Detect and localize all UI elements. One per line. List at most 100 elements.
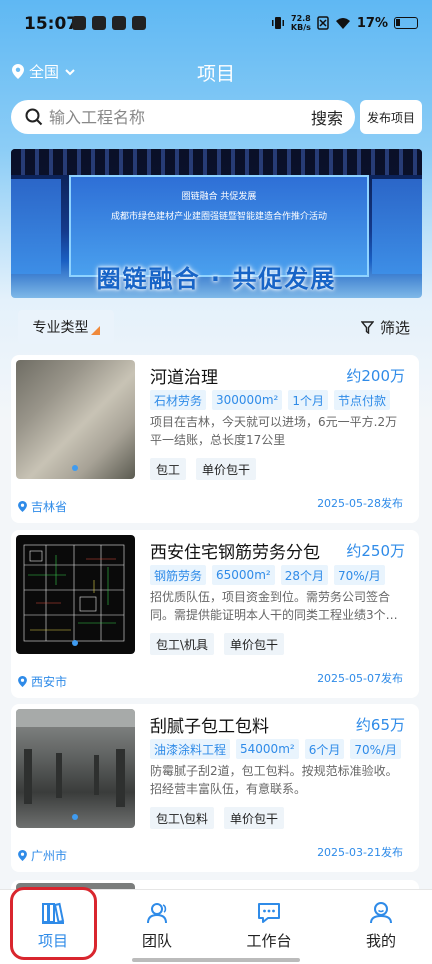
project-chips: 包工\包料 单价包干 bbox=[150, 807, 285, 829]
project-location: 吉林省 bbox=[18, 498, 67, 515]
project-title: 刮腻子包工包料 bbox=[150, 717, 269, 737]
project-price: 约250万 bbox=[346, 542, 405, 560]
search-button[interactable]: 搜索 bbox=[311, 105, 355, 129]
tab-workbench-label: 工作台 bbox=[246, 932, 292, 950]
page-title: 项目 bbox=[196, 63, 235, 85]
project-tags: 石材劳务 300000m² 1个月 节点付款 bbox=[150, 390, 390, 410]
filter-row: 专业类型 筛选 bbox=[0, 310, 432, 344]
no-sim-icon bbox=[317, 16, 329, 30]
notification-icons bbox=[72, 16, 146, 30]
search-icon bbox=[25, 108, 43, 126]
app-notification-icon bbox=[92, 16, 106, 30]
location-pin-icon bbox=[18, 850, 27, 861]
project-chips: 包工\机具 单价包干 bbox=[150, 633, 285, 655]
project-location: 广州市 bbox=[18, 847, 67, 864]
filter-icon bbox=[360, 321, 374, 334]
project-tag: 1个月 bbox=[288, 390, 328, 410]
status-bar: 15:07 72.8 KB/s 17% bbox=[0, 0, 432, 50]
project-location: 西安市 bbox=[18, 673, 67, 690]
project-chip: 单价包干 bbox=[224, 807, 285, 829]
garage-photo bbox=[16, 709, 135, 807]
status-time: 15:07 bbox=[24, 14, 79, 34]
project-tag: 节点付款 bbox=[333, 390, 390, 410]
tab-workbench[interactable]: 工作台 bbox=[229, 900, 309, 951]
project-chips: 包工 单价包干 bbox=[150, 458, 257, 480]
wifi-icon bbox=[335, 17, 350, 29]
chat-icon bbox=[258, 903, 280, 923]
project-tag: 65000m² bbox=[212, 565, 275, 585]
project-chip: 包工 bbox=[150, 458, 187, 480]
project-chip: 单价包干 bbox=[224, 633, 285, 655]
project-description: 招优质队伍，项目资金到位。需劳务公司签合同。需提供能证明本人干的同类工程业绩3个… bbox=[150, 590, 398, 622]
battery-percent: 17% bbox=[356, 15, 388, 31]
app-notification-icon bbox=[72, 16, 86, 30]
project-thumbnail bbox=[16, 709, 135, 828]
status-right: 72.8 KB/s 17% bbox=[271, 14, 418, 32]
project-chip: 单价包干 bbox=[196, 458, 257, 480]
project-thumbnail bbox=[16, 360, 135, 479]
project-description: 防霉腻子刮2道，包工包料。按规范标准验收。招经营丰富队伍，有意联系。 bbox=[150, 764, 398, 796]
project-tag: 钢筋劳务 bbox=[150, 565, 207, 585]
banner-screen-title: 圈链融合 共促发展 bbox=[181, 192, 257, 202]
project-price: 约65万 bbox=[355, 716, 405, 734]
weibo-icon bbox=[112, 16, 126, 30]
banner-carousel[interactable]: 圈链融合 共促发展 成都市绿色建材产业建圈强链暨智能建造合作推介活动 圈链融合 … bbox=[11, 149, 422, 298]
project-chip: 包工\包料 bbox=[150, 807, 215, 829]
project-card[interactable]: 刮腻子包工包料 约65万 油漆涂料工程 54000m² 6个月 70%/月 防霉… bbox=[11, 704, 419, 872]
project-chip: 包工\机具 bbox=[150, 633, 215, 655]
profession-type-filter[interactable]: 专业类型 bbox=[18, 310, 114, 344]
project-tag: 石材劳务 bbox=[150, 390, 207, 410]
battery-icon bbox=[394, 17, 418, 29]
vibrate-icon bbox=[271, 17, 284, 29]
project-title: 河道治理 bbox=[150, 368, 218, 388]
filter-button[interactable]: 筛选 bbox=[360, 317, 410, 338]
banner-screen-subtitle: 成都市绿色建材产业建圈强链暨智能建造合作推介活动 bbox=[110, 212, 327, 222]
stage-lights bbox=[11, 149, 422, 175]
publish-project-button[interactable]: 发布项目 bbox=[360, 100, 422, 134]
banner-slogan: 圈链融合 · 共促发展 bbox=[96, 265, 337, 293]
project-card[interactable]: 西安住宅钢筋劳务分包 约250万 钢筋劳务 65000m² 28个月 70%/月… bbox=[11, 530, 419, 698]
profile-icon bbox=[370, 902, 392, 924]
image-indicator-dot bbox=[72, 640, 78, 646]
top-bar: 全国 项目 bbox=[0, 55, 432, 89]
project-tag: 油漆涂料工程 bbox=[150, 739, 231, 759]
profession-type-label: 专业类型 bbox=[32, 320, 89, 336]
tab-me[interactable]: 我的 bbox=[341, 900, 421, 951]
project-date: 2025-05-28发布 bbox=[317, 497, 403, 510]
tab-team[interactable]: 团队 bbox=[117, 900, 197, 951]
location-pin-icon bbox=[18, 676, 27, 687]
net-speed: 72.8 KB/s bbox=[290, 14, 311, 32]
project-thumbnail bbox=[16, 535, 135, 654]
home-indicator[interactable] bbox=[132, 958, 300, 962]
project-title: 西安住宅钢筋劳务分包 bbox=[150, 543, 320, 563]
project-location-label: 吉林省 bbox=[31, 500, 68, 514]
project-price: 约200万 bbox=[346, 367, 405, 385]
project-tag: 70%/月 bbox=[350, 739, 402, 759]
team-icon bbox=[147, 903, 167, 924]
project-tag: 300000m² bbox=[212, 390, 283, 410]
project-card[interactable]: 河道治理 约200万 石材劳务 300000m² 1个月 节点付款 项目在吉林，… bbox=[11, 355, 419, 523]
project-date: 2025-03-21发布 bbox=[317, 846, 403, 859]
project-tags: 钢筋劳务 65000m² 28个月 70%/月 bbox=[150, 565, 385, 585]
project-tag: 28个月 bbox=[280, 565, 328, 585]
tiktok-icon bbox=[132, 16, 146, 30]
active-tab-highlight bbox=[10, 887, 97, 960]
filter-label: 筛选 bbox=[379, 319, 410, 337]
image-indicator-dot bbox=[72, 465, 78, 471]
project-tag: 6个月 bbox=[304, 739, 345, 759]
project-tag: 54000m² bbox=[236, 739, 299, 759]
project-location-label: 西安市 bbox=[31, 675, 68, 689]
project-tag: 70%/月 bbox=[333, 565, 385, 585]
search-input[interactable] bbox=[49, 107, 311, 127]
tab-me-label: 我的 bbox=[365, 932, 396, 950]
image-indicator-dot bbox=[72, 814, 78, 820]
project-date: 2025-05-07发布 bbox=[317, 672, 403, 685]
dropdown-triangle-icon bbox=[90, 325, 100, 335]
search-bar: 搜索 bbox=[11, 100, 355, 134]
project-description: 项目在吉林，今天就可以进场，6元一平方.2万平一结账，总长度17公里 bbox=[150, 415, 398, 447]
project-tags: 油漆涂料工程 54000m² 6个月 70%/月 bbox=[150, 739, 402, 759]
cad-drawing bbox=[23, 544, 125, 642]
location-pin-icon bbox=[18, 501, 27, 512]
tab-team-label: 团队 bbox=[141, 932, 172, 950]
project-location-label: 广州市 bbox=[31, 849, 68, 863]
